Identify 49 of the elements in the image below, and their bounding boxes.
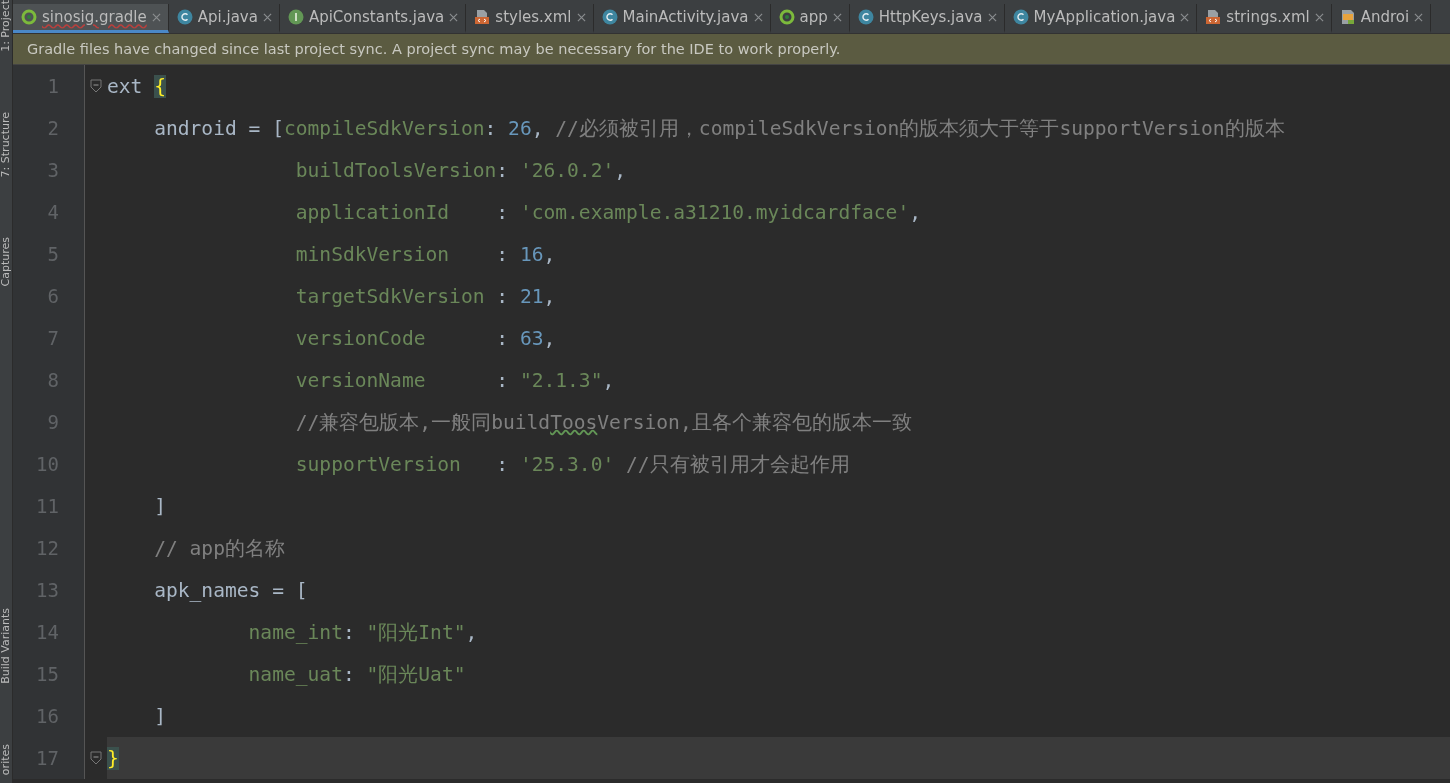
close-icon[interactable] <box>987 12 997 22</box>
close-icon[interactable] <box>151 12 161 22</box>
close-icon[interactable] <box>449 12 459 22</box>
editor-tab[interactable]: sinosig.gradle <box>13 4 169 33</box>
gradle-icon <box>21 9 37 25</box>
editor-tab[interactable]: ApiConstants.java <box>279 4 467 33</box>
code-line: minSdkVersion : 16, <box>294 241 557 268</box>
code-line: android = [compileSdkVersion: 26, //必须被引用，compileSdkVersion的版本须大于等于supportVersion的版本 <box>153 115 1286 142</box>
editor-tab[interactable]: MainActivity.java <box>593 4 771 33</box>
code-line: versionName : "2.1.3", <box>294 367 616 394</box>
code-line: name_uat: "阳光Uat" <box>247 661 467 688</box>
code-line: name_int: "阳光Int", <box>247 619 479 646</box>
code-line: applicationId : 'com.example.a31210.myidcardface', <box>294 199 922 226</box>
code-line: apk_names = [ <box>153 577 309 604</box>
gradle-icon <box>778 9 795 25</box>
close-icon[interactable] <box>262 12 272 22</box>
fold-icon[interactable] <box>90 751 102 765</box>
code-line: supportVersion : '25.3.0' //只有被引用才会起作用 <box>294 451 851 478</box>
class-icon <box>1012 9 1029 25</box>
class-icon <box>601 9 618 25</box>
xml-file-icon <box>474 9 491 25</box>
close-icon[interactable] <box>832 12 842 22</box>
editor-tab[interactable]: app <box>770 4 850 33</box>
code-line: buildToolsVersion: '26.0.2', <box>294 157 628 184</box>
code-line: versionCode : 63, <box>294 325 557 352</box>
editor-tab[interactable]: Api.java <box>168 4 280 33</box>
code-line: ] <box>153 703 167 730</box>
interface-icon <box>287 9 304 25</box>
code-line: targetSdkVersion : 21, <box>294 283 557 310</box>
editor-tab[interactable]: styles.xml <box>466 4 594 33</box>
editor-tab[interactable]: HttpKeys.java <box>849 4 1005 33</box>
code-line: ext { <box>107 73 167 100</box>
code-line: //兼容包版本,一般同buildToosVersion,且各个兼容包的版本一致 <box>294 409 913 436</box>
xml-file-icon <box>1205 9 1222 25</box>
close-icon[interactable] <box>1314 12 1324 22</box>
editor-tab[interactable]: Androi <box>1331 4 1432 33</box>
close-icon[interactable] <box>1414 12 1424 22</box>
class-icon <box>176 9 193 25</box>
code-line: // app的名称 <box>153 535 286 562</box>
close-icon[interactable] <box>576 12 586 22</box>
close-icon[interactable] <box>1180 12 1190 22</box>
sync-notification: Gradle files have changed since last project sync. A project sync may be necessary for the IDE to work properly. <box>13 34 1450 65</box>
class-icon <box>857 9 874 25</box>
fold-icon[interactable] <box>90 79 102 93</box>
editor-tab[interactable]: strings.xml <box>1197 4 1332 33</box>
manifest-icon <box>1339 9 1356 25</box>
code-line: ] <box>153 493 167 520</box>
editor-tab[interactable]: MyApplication.java <box>1004 4 1198 33</box>
close-icon[interactable] <box>753 12 763 22</box>
